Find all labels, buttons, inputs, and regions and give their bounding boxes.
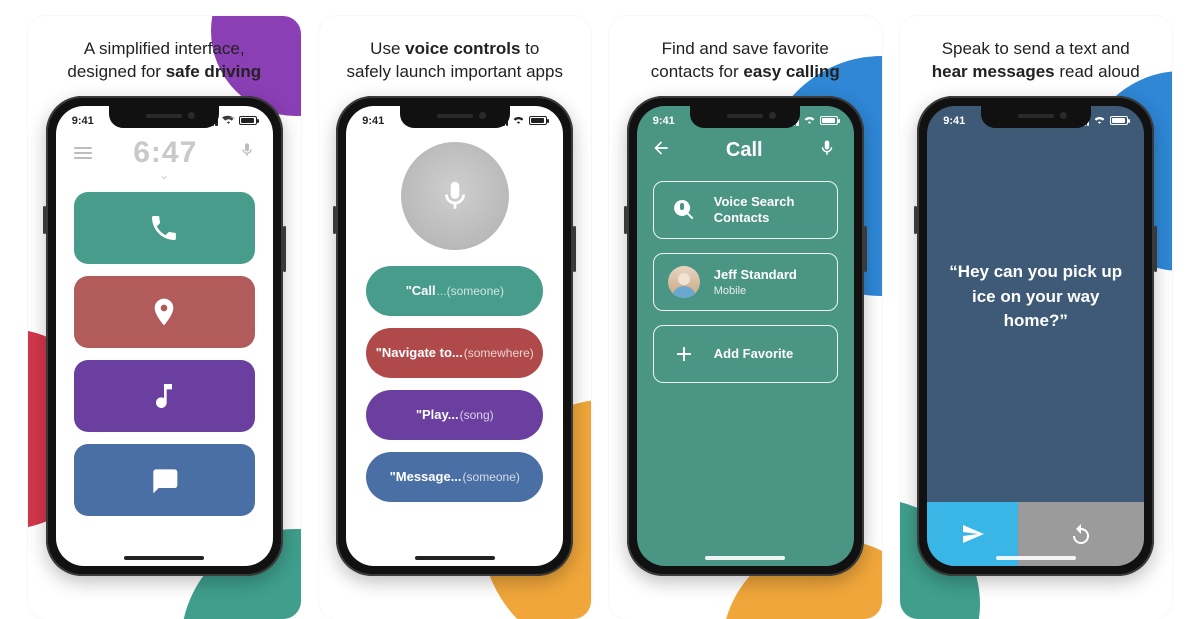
status-time: 9:41 — [943, 115, 965, 127]
battery-icon — [1110, 116, 1128, 125]
mic-icon[interactable] — [818, 139, 836, 162]
dictated-message: “Hey can you pick up ice on your way hom… — [927, 260, 1144, 334]
back-arrow-icon[interactable] — [651, 138, 671, 163]
phone-notch — [690, 106, 800, 128]
music-tile[interactable] — [74, 360, 255, 432]
pill-quote: "Play... — [416, 407, 459, 422]
phone-mockup: 9:41 “Hey can you pick up ice on your wa… — [917, 96, 1154, 576]
plus-icon — [668, 338, 700, 370]
navigate-tile[interactable] — [74, 276, 255, 348]
panel-simplified-interface: A simplified interface, designed for saf… — [28, 16, 301, 619]
voice-example-call[interactable]: "Call...(someone) — [366, 266, 543, 316]
pill-quote: "Call — [406, 283, 436, 298]
message-tile[interactable] — [74, 444, 255, 516]
phone-mockup: 9:41 "Call...(someone) "Navigate to — [336, 96, 573, 576]
voice-listen-button[interactable] — [401, 142, 509, 250]
chevron-down-icon[interactable]: ⌄ — [56, 168, 273, 182]
caption-text: read aloud — [1055, 62, 1140, 81]
location-pin-icon — [148, 296, 180, 328]
pill-hint: (song) — [460, 408, 494, 422]
mic-icon[interactable] — [239, 142, 255, 163]
screen-title: Call — [726, 139, 763, 162]
home-indicator — [705, 556, 785, 560]
contact-name: Jeff Standard — [714, 267, 797, 283]
voice-example-message[interactable]: "Message...(someone) — [366, 452, 543, 502]
voice-example-navigate[interactable]: "Navigate to...(somewhere) — [366, 328, 543, 378]
avatar — [668, 266, 700, 298]
search-mic-icon — [668, 194, 700, 226]
wifi-icon — [1093, 114, 1106, 127]
contact-label: Mobile — [714, 285, 797, 297]
status-time: 9:41 — [362, 115, 384, 127]
app-clock: 6:47 — [133, 136, 197, 170]
message-icon — [148, 464, 180, 496]
pill-quote: "Navigate to... — [376, 345, 463, 360]
caption-text: Use — [370, 39, 405, 58]
card-line2: Contacts — [714, 210, 795, 226]
card-line1: Voice Search — [714, 194, 795, 210]
wifi-icon — [512, 114, 525, 127]
status-time: 9:41 — [653, 115, 675, 127]
music-note-icon — [148, 380, 180, 412]
home-indicator — [124, 556, 204, 560]
panel-easy-calling: Find and save favorite contacts for easy… — [609, 16, 882, 619]
voice-search-contacts-card[interactable]: Voice Search Contacts — [653, 181, 838, 239]
phone-mockup: 9:41 6:47 ⌄ — [46, 96, 283, 576]
wifi-icon — [803, 114, 816, 127]
call-tile[interactable] — [74, 192, 255, 264]
caption-bold: easy calling — [743, 62, 839, 81]
phone-mockup: 9:41 Call — [627, 96, 864, 576]
battery-icon — [239, 116, 257, 125]
send-icon — [961, 522, 985, 546]
phone-notch — [109, 106, 219, 128]
panel-hear-messages: Speak to send a text and hear messages r… — [900, 16, 1173, 619]
battery-icon — [529, 116, 547, 125]
redo-icon — [1069, 522, 1093, 546]
caption-bold: voice controls — [405, 39, 520, 58]
battery-icon — [820, 116, 838, 125]
pill-hint: (somewhere) — [464, 346, 534, 360]
mic-icon — [438, 179, 472, 213]
home-indicator — [996, 556, 1076, 560]
caption-text: Speak to send a text and — [942, 39, 1130, 58]
panel-caption: Use voice controls to safely launch impo… — [329, 16, 581, 92]
add-favorite-card[interactable]: Add Favorite — [653, 325, 838, 383]
panel-caption: A simplified interface, designed for saf… — [49, 16, 279, 92]
panel-caption: Find and save favorite contacts for easy… — [633, 16, 858, 92]
menu-icon[interactable] — [74, 147, 92, 159]
phone-notch — [981, 106, 1091, 128]
panel-voice-controls: Use voice controls to safely launch impo… — [319, 16, 592, 619]
phone-icon — [148, 212, 180, 244]
voice-example-play[interactable]: "Play...(song) — [366, 390, 543, 440]
wifi-icon — [222, 114, 235, 127]
pill-hint: (someone) — [463, 470, 520, 484]
card-label: Add Favorite — [714, 346, 793, 362]
pill-quote: "Message... — [390, 469, 462, 484]
panel-caption: Speak to send a text and hear messages r… — [914, 16, 1158, 92]
caption-bold: safe driving — [166, 62, 261, 81]
status-time: 9:41 — [72, 115, 94, 127]
phone-notch — [400, 106, 510, 128]
home-indicator — [415, 556, 495, 560]
pill-hint: ...(someone) — [437, 284, 504, 298]
caption-bold: hear messages — [932, 62, 1055, 81]
favorite-contact-card[interactable]: Jeff Standard Mobile — [653, 253, 838, 311]
